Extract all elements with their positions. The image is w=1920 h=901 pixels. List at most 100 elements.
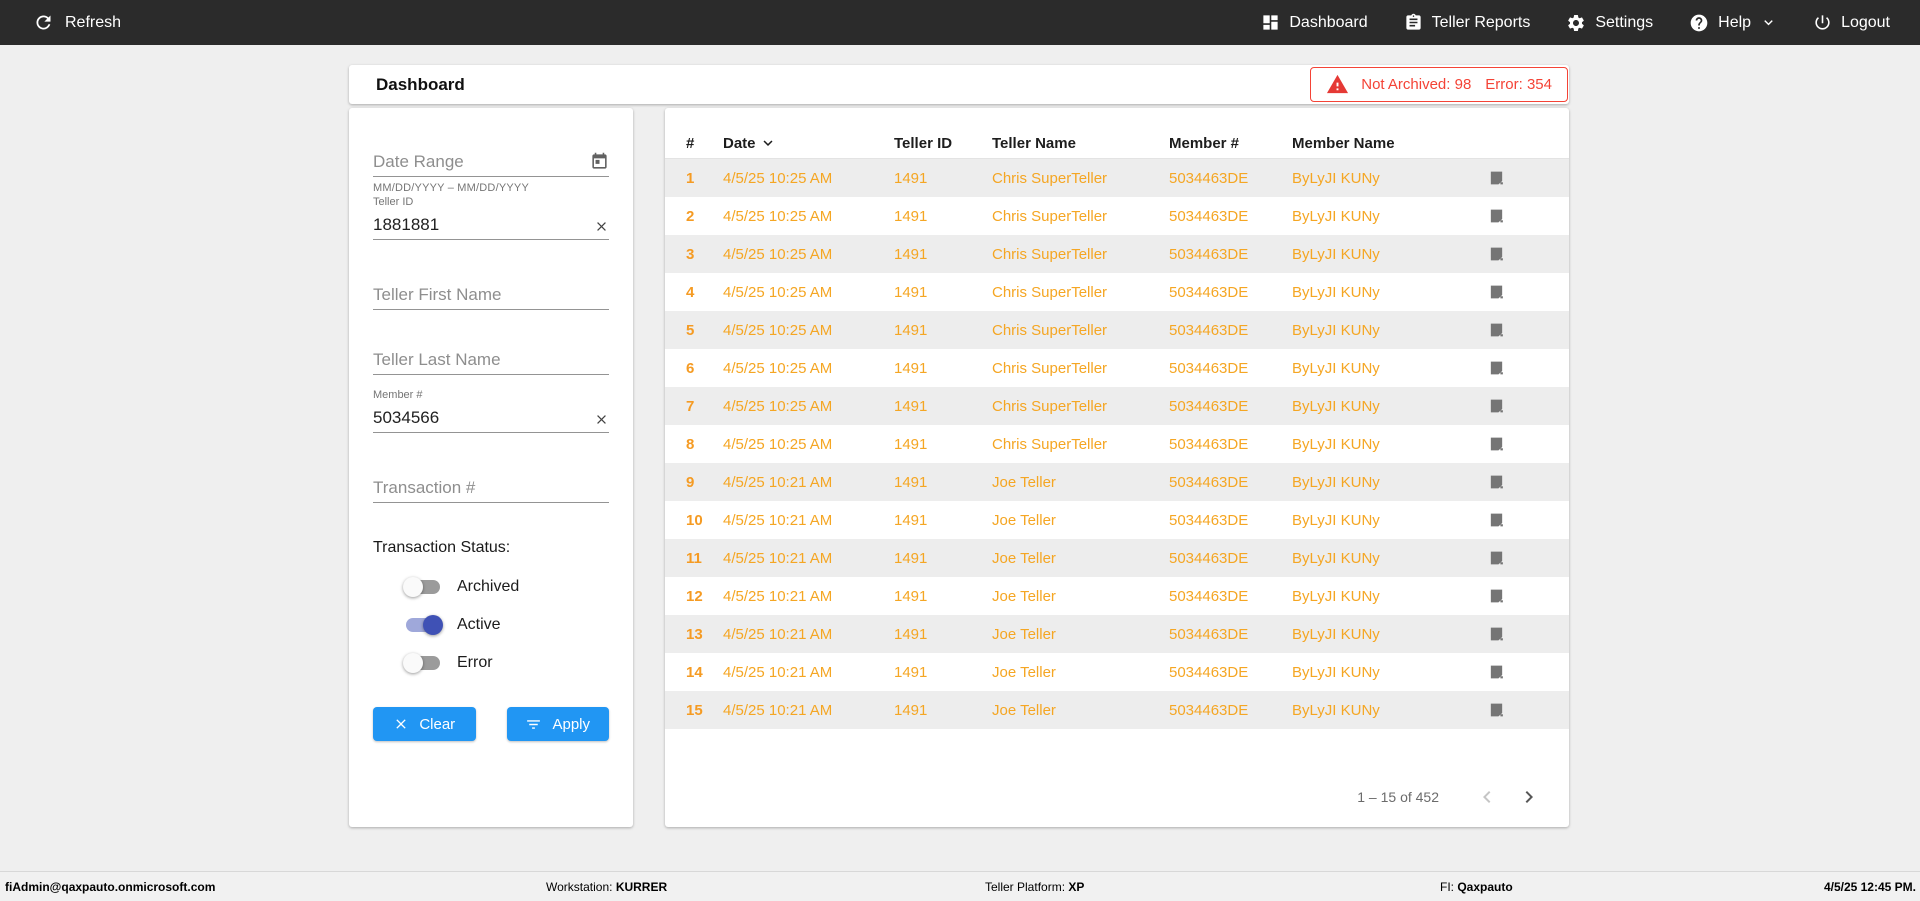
- cell-teller-name: Chris SuperTeller: [992, 321, 1108, 339]
- status-toggle-switch[interactable]: [403, 653, 440, 673]
- teller-id-input[interactable]: [373, 214, 609, 237]
- teller-id-field[interactable]: [373, 212, 609, 240]
- note-icon[interactable]: [1482, 473, 1569, 491]
- cell-member-name: ByLyJI KUNy: [1292, 625, 1380, 643]
- member-number-field[interactable]: [373, 405, 609, 433]
- cell-date: 4/5/25 10:25 AM: [723, 283, 833, 301]
- date-range-input[interactable]: [373, 151, 609, 174]
- note-icon[interactable]: [1482, 245, 1569, 263]
- table-row[interactable]: 2 4/5/25 10:25 AM 1491 Chris SuperTeller…: [665, 197, 1569, 235]
- note-icon[interactable]: [1482, 701, 1569, 719]
- apply-button[interactable]: Apply: [506, 707, 609, 741]
- table-row[interactable]: 3 4/5/25 10:25 AM 1491 Chris SuperTeller…: [665, 235, 1569, 273]
- nav-item-settings[interactable]: Settings: [1566, 13, 1653, 33]
- status-toggle-switch[interactable]: [403, 577, 440, 597]
- cell-member-name: ByLyJI KUNy: [1292, 359, 1380, 377]
- nav-item-label: Teller Reports: [1431, 13, 1531, 31]
- status-toggle-row: Archived: [403, 575, 609, 599]
- note-icon[interactable]: [1482, 397, 1569, 415]
- note-icon[interactable]: [1482, 587, 1569, 605]
- date-range-field[interactable]: [373, 149, 609, 177]
- row-number: 2: [686, 207, 695, 225]
- cell-date: 4/5/25 10:25 AM: [723, 397, 833, 415]
- note-icon[interactable]: [1482, 169, 1569, 187]
- filter-actions: Clear Apply: [373, 707, 609, 741]
- workstation-value: KURRER: [615, 879, 668, 894]
- filter-icon: [525, 716, 542, 733]
- row-number: 8: [686, 435, 695, 453]
- table-row[interactable]: 7 4/5/25 10:25 AM 1491 Chris SuperTeller…: [665, 387, 1569, 425]
- table-row[interactable]: 9 4/5/25 10:21 AM 1491 Joe Teller 503446…: [665, 463, 1569, 501]
- clear-teller-id-icon[interactable]: [594, 219, 609, 234]
- alert-badge[interactable]: Not Archived: 98 Error: 354: [1310, 67, 1568, 102]
- table-row[interactable]: 14 4/5/25 10:21 AM 1491 Joe Teller 50344…: [665, 653, 1569, 691]
- teller-first-name-field[interactable]: [373, 282, 609, 310]
- page-title: Dashboard: [376, 74, 465, 94]
- teller-last-name-input[interactable]: [373, 349, 609, 372]
- fi-value: Qaxpauto: [1457, 879, 1513, 894]
- next-page-button[interactable]: [1517, 785, 1541, 809]
- column-header-date[interactable]: Date: [723, 134, 894, 152]
- cell-teller-name: Chris SuperTeller: [992, 169, 1108, 187]
- row-number: 3: [686, 245, 695, 263]
- cell-teller-id: 1491: [894, 473, 928, 491]
- footer-timestamp: 4/5/25 12:45 PM.: [1823, 879, 1916, 894]
- cell-teller-name: Joe Teller: [992, 511, 1056, 529]
- table-row[interactable]: 1 4/5/25 10:25 AM 1491 Chris SuperTeller…: [665, 159, 1569, 197]
- refresh-icon: [33, 12, 54, 33]
- footer-fi: FI: Qaxpauto: [1440, 880, 1513, 894]
- cell-member-name: ByLyJI KUNy: [1292, 473, 1380, 491]
- cell-member-number: 5034463DE: [1169, 321, 1249, 339]
- note-icon[interactable]: [1482, 511, 1569, 529]
- cell-teller-name: Chris SuperTeller: [992, 245, 1108, 263]
- table-row[interactable]: 11 4/5/25 10:21 AM 1491 Joe Teller 50344…: [665, 539, 1569, 577]
- table-row[interactable]: 12 4/5/25 10:21 AM 1491 Joe Teller 50344…: [665, 577, 1569, 615]
- note-icon[interactable]: [1482, 321, 1569, 339]
- table-row[interactable]: 4 4/5/25 10:25 AM 1491 Chris SuperTeller…: [665, 273, 1569, 311]
- cell-member-number: 5034463DE: [1169, 207, 1249, 225]
- table-row[interactable]: 10 4/5/25 10:21 AM 1491 Joe Teller 50344…: [665, 501, 1569, 539]
- teller-first-name-input[interactable]: [373, 284, 609, 307]
- table-row[interactable]: 5 4/5/25 10:25 AM 1491 Chris SuperTeller…: [665, 311, 1569, 349]
- note-icon[interactable]: [1482, 359, 1569, 377]
- note-icon[interactable]: [1482, 207, 1569, 225]
- cell-teller-id: 1491: [894, 511, 928, 529]
- error-count: Error: 354: [1485, 76, 1552, 93]
- teller-last-name-field[interactable]: [373, 347, 609, 375]
- clear-member-number-icon[interactable]: [594, 412, 609, 427]
- nav-item-dashboard[interactable]: Dashboard: [1261, 13, 1368, 32]
- refresh-label: Refresh: [65, 13, 122, 31]
- cell-member-name: ByLyJI KUNy: [1292, 511, 1380, 529]
- row-number: 1: [686, 169, 695, 187]
- cell-teller-id: 1491: [894, 321, 928, 339]
- note-icon[interactable]: [1482, 283, 1569, 301]
- nav-item-help[interactable]: Help: [1689, 13, 1777, 33]
- workstation-label: Workstation:: [546, 879, 613, 894]
- nav-item-teller-reports[interactable]: Teller Reports: [1404, 13, 1531, 32]
- refresh-button[interactable]: Refresh: [33, 12, 121, 33]
- table-row[interactable]: 13 4/5/25 10:21 AM 1491 Joe Teller 50344…: [665, 615, 1569, 653]
- transaction-number-input[interactable]: [373, 477, 609, 500]
- nav-item-logout[interactable]: Logout: [1813, 13, 1890, 32]
- clear-button[interactable]: Clear: [373, 707, 476, 741]
- member-number-input[interactable]: [373, 407, 609, 430]
- status-toggle-switch[interactable]: [406, 615, 443, 635]
- table-row[interactable]: 8 4/5/25 10:25 AM 1491 Chris SuperTeller…: [665, 425, 1569, 463]
- transaction-number-field[interactable]: [373, 475, 609, 503]
- clear-button-label: Clear: [419, 715, 456, 733]
- cell-teller-name: Joe Teller: [992, 587, 1056, 605]
- note-icon[interactable]: [1482, 435, 1569, 453]
- cell-member-name: ByLyJI KUNy: [1292, 587, 1380, 605]
- table-row[interactable]: 6 4/5/25 10:25 AM 1491 Chris SuperTeller…: [665, 349, 1569, 387]
- table-row[interactable]: 15 4/5/25 10:21 AM 1491 Joe Teller 50344…: [665, 691, 1569, 729]
- previous-page-button[interactable]: [1475, 785, 1499, 809]
- cell-teller-name: Chris SuperTeller: [992, 207, 1108, 225]
- row-number: 13: [686, 625, 703, 643]
- toggle-thumb: [403, 653, 423, 673]
- cell-teller-id: 1491: [894, 169, 928, 187]
- calendar-icon[interactable]: [590, 152, 609, 171]
- note-icon[interactable]: [1482, 625, 1569, 643]
- note-icon[interactable]: [1482, 549, 1569, 567]
- cell-member-name: ByLyJI KUNy: [1292, 321, 1380, 339]
- note-icon[interactable]: [1482, 663, 1569, 681]
